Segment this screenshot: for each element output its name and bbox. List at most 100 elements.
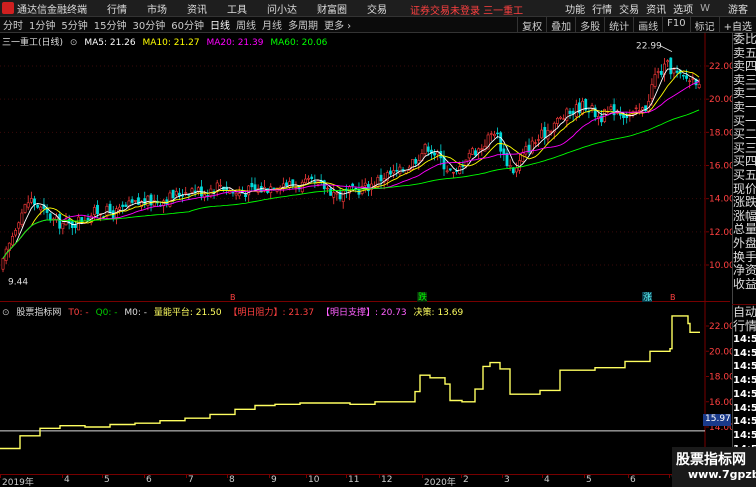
period-60min[interactable]: 60分钟 [168,17,207,32]
candle-down [244,194,247,198]
candle-up [641,107,644,111]
ind-price-tick-label: 20.00 [709,347,732,357]
quote-label: 买一 [733,114,756,128]
period-15min[interactable]: 15分钟 [91,17,130,32]
high-price-label: 22.99 [636,42,662,52]
legend-toggle-icon[interactable]: ⊙ [70,38,78,48]
candle-up [190,188,194,193]
tool-f10[interactable]: F10 [662,17,689,32]
candle-down [96,204,99,215]
tick-list-label[interactable]: 行情 [733,319,756,333]
tick-list: 自动行情14:5614:5614:5614:5614:5614:5614:561… [733,305,756,456]
quote-label: 换手 [733,250,756,264]
candle-up [688,80,692,82]
tool-add-watchlist[interactable]: +自选 [718,17,756,33]
menu-bar: 通达信金融终端 行情 市场 资讯 工具 问小达 财富圈 交易 证券交易未登录 三… [0,0,756,17]
candle-up [335,192,339,195]
candle-up [234,192,238,196]
candle-down [448,168,452,171]
period-weekly[interactable]: 周线 [233,17,259,32]
candle-up [300,181,304,193]
weibo-icon[interactable]: W [700,3,710,14]
candle-down [86,217,90,221]
candle-up [480,148,484,150]
period-more[interactable]: 更多 › [321,17,354,32]
tool-mark[interactable]: 标记 [689,17,719,33]
support-label: 【明日支撑】: 20.73 [321,308,407,318]
candle-up [656,71,660,73]
candle-down [474,150,477,156]
quote-label: 总量 [733,223,756,237]
candle-down [669,57,673,75]
indicator-chart[interactable] [0,302,730,474]
candle-up [489,133,493,135]
menu-news-right[interactable]: 资讯 [646,1,666,16]
menu-ask-assistant[interactable]: 问小达 [267,1,297,16]
quote-label: 买三 [733,141,756,155]
menu-quotes-right[interactable]: 行情 [592,1,612,16]
date-label: 4 [544,475,550,485]
quote-label: 卖二 [733,87,756,101]
candle-up [666,60,670,63]
tool-draw[interactable]: 画线 [633,17,662,33]
candle-down [426,146,430,152]
tool-overlay[interactable]: 叠加 [546,17,575,33]
candle-down [414,158,418,164]
menu-news[interactable]: 资讯 [187,1,207,16]
period-5min[interactable]: 5分钟 [58,17,90,32]
menu-wealth-circle[interactable]: 财富圈 [317,1,347,16]
menu-options[interactable]: 选项 [673,1,693,16]
candle-up [29,198,33,203]
date-label: 9 [271,475,277,485]
signal-bull-label: 涨 [643,292,652,302]
menu-trade-right[interactable]: 交易 [619,1,639,16]
period-30min[interactable]: 30分钟 [129,17,168,32]
period-daily[interactable]: 日线 [207,17,233,32]
candle-up [533,142,537,144]
quote-label: 买四 [733,155,756,169]
quote-label: 净资 [733,264,756,278]
quote-label: 外盘 [733,236,756,250]
menu-market-quotes[interactable]: 行情 [107,1,127,16]
tool-adjust[interactable]: 复权 [517,17,546,33]
candle-up [634,107,638,110]
m0-label: M0: - [124,308,148,318]
candle-up [574,104,578,117]
candle-up [118,206,121,210]
candle-up [524,146,528,155]
tool-multi-stock[interactable]: 多股 [575,17,604,33]
login-notice[interactable]: 证券交易未登录 三一重工 [410,2,523,17]
candle-up [672,69,676,74]
guest-user[interactable]: 游客 [728,1,748,16]
period-monthly[interactable]: 月线 [259,17,285,32]
tick-list-label[interactable]: 自动 [733,305,756,319]
candle-up [326,187,329,190]
tick-time: 14:56 [733,416,756,428]
candle-down [285,182,288,187]
menu-tools[interactable]: 工具 [227,1,247,16]
date-tick [628,475,629,478]
candle-up [549,131,553,133]
period-intraday[interactable]: 分时 [0,17,26,32]
candle-down [178,192,181,197]
menu-function[interactable]: 功能 [565,1,585,16]
candle-up [697,84,701,88]
candlestick-chart[interactable]: 22.99 9.44 跌 涨 B B [0,33,730,302]
candle-down [313,181,317,183]
menu-market[interactable]: 市场 [147,1,167,16]
candle-up [26,202,30,208]
tool-stats[interactable]: 统计 [604,17,633,33]
date-tick [62,475,63,478]
candle-down [433,152,436,156]
candle-down [685,75,688,79]
indicator-settings-icon[interactable]: ⊙ [2,308,10,318]
low-price-label: 9.44 [8,277,28,287]
period-multi[interactable]: 多周期 [285,17,321,32]
candle-down [58,214,62,229]
period-1min[interactable]: 1分钟 [26,17,58,32]
candle-down [310,176,314,179]
price-tick-label: 16.00 [709,162,732,172]
app-title: 通达信金融终端 [17,4,87,16]
menu-trade[interactable]: 交易 [367,1,387,16]
candle-down [149,194,153,206]
